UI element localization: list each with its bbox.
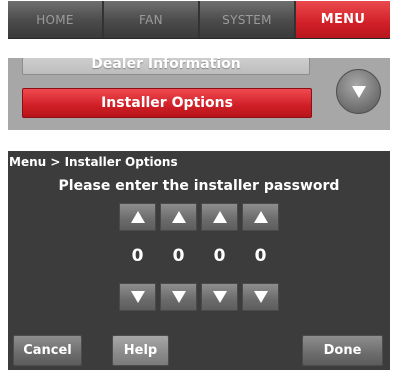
password-prompt: Please enter the installer password xyxy=(58,178,340,194)
done-button[interactable]: Done xyxy=(302,335,383,366)
down-triangle-icon xyxy=(130,291,145,303)
down-triangle-icon xyxy=(351,85,366,98)
digit-1-value: 0 xyxy=(131,246,144,266)
digit-2-down-button[interactable] xyxy=(160,283,197,311)
digit-column-2: 0 xyxy=(160,203,197,311)
help-button[interactable]: Help xyxy=(112,335,169,366)
tab-home[interactable]: HOME xyxy=(8,1,104,38)
breadcrumb: Menu > Installer Options xyxy=(9,155,178,169)
cancel-button[interactable]: Cancel xyxy=(13,335,82,366)
tab-fan[interactable]: FAN xyxy=(104,1,200,38)
digit-1-up-button[interactable] xyxy=(119,203,156,231)
tab-system[interactable]: SYSTEM xyxy=(200,1,296,38)
menu-item-dealer-information[interactable]: Dealer Information xyxy=(22,58,310,75)
digit-column-4: 0 xyxy=(242,203,279,311)
digit-3-value: 0 xyxy=(213,246,226,266)
up-triangle-icon xyxy=(171,211,186,223)
scroll-down-button[interactable] xyxy=(336,69,381,114)
digit-2-up-button[interactable] xyxy=(160,203,197,231)
up-triangle-icon xyxy=(253,211,268,223)
up-triangle-icon xyxy=(130,211,145,223)
digit-4-value: 0 xyxy=(254,246,267,266)
digit-3-up-button[interactable] xyxy=(201,203,238,231)
digit-column-3: 0 xyxy=(201,203,238,311)
digit-4-up-button[interactable] xyxy=(242,203,279,231)
digit-column-1: 0 xyxy=(119,203,156,311)
digit-3-down-button[interactable] xyxy=(201,283,238,311)
password-panel: Menu > Installer Options Please enter th… xyxy=(8,151,390,370)
menu-list-panel: Dealer Information Installer Options xyxy=(8,58,390,130)
down-triangle-icon xyxy=(253,291,268,303)
menu-item-installer-options[interactable]: Installer Options xyxy=(22,88,312,118)
down-triangle-icon xyxy=(171,291,186,303)
tab-menu[interactable]: MENU xyxy=(296,1,390,38)
up-triangle-icon xyxy=(212,211,227,223)
top-tab-bar: HOME FAN SYSTEM MENU xyxy=(8,1,390,38)
down-triangle-icon xyxy=(212,291,227,303)
digit-2-value: 0 xyxy=(172,246,185,266)
digit-1-down-button[interactable] xyxy=(119,283,156,311)
digit-4-down-button[interactable] xyxy=(242,283,279,311)
